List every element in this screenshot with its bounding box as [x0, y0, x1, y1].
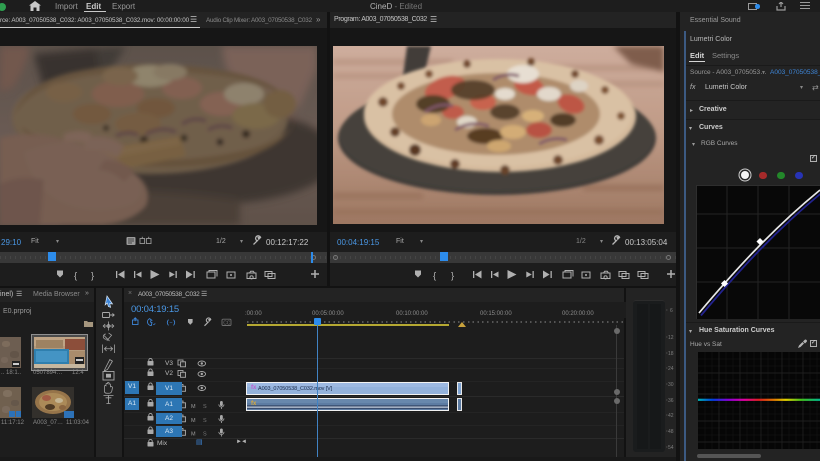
svg-text:S: S	[203, 432, 207, 438]
svg-text:S: S	[203, 418, 207, 424]
svg-text:36: 36	[668, 398, 674, 404]
svg-text:48: 48	[668, 429, 674, 435]
svg-text:24: 24	[668, 366, 674, 372]
svg-text:M: M	[191, 418, 196, 424]
svg-text:S: S	[203, 404, 207, 410]
svg-text:}: }	[91, 271, 94, 282]
svg-text:6: 6	[670, 308, 673, 314]
svg-text:{: {	[433, 271, 436, 282]
svg-text:54: 54	[668, 445, 674, 451]
svg-text:M: M	[191, 432, 196, 438]
svg-text:CC: CC	[223, 320, 231, 326]
svg-text:{: {	[74, 271, 77, 282]
svg-text:30: 30	[668, 382, 674, 388]
svg-text:18: 18	[668, 351, 674, 357]
svg-text:M: M	[191, 404, 196, 410]
svg-text:42: 42	[668, 413, 674, 419]
svg-text:12: 12	[668, 335, 674, 341]
svg-text:}: }	[451, 271, 454, 282]
